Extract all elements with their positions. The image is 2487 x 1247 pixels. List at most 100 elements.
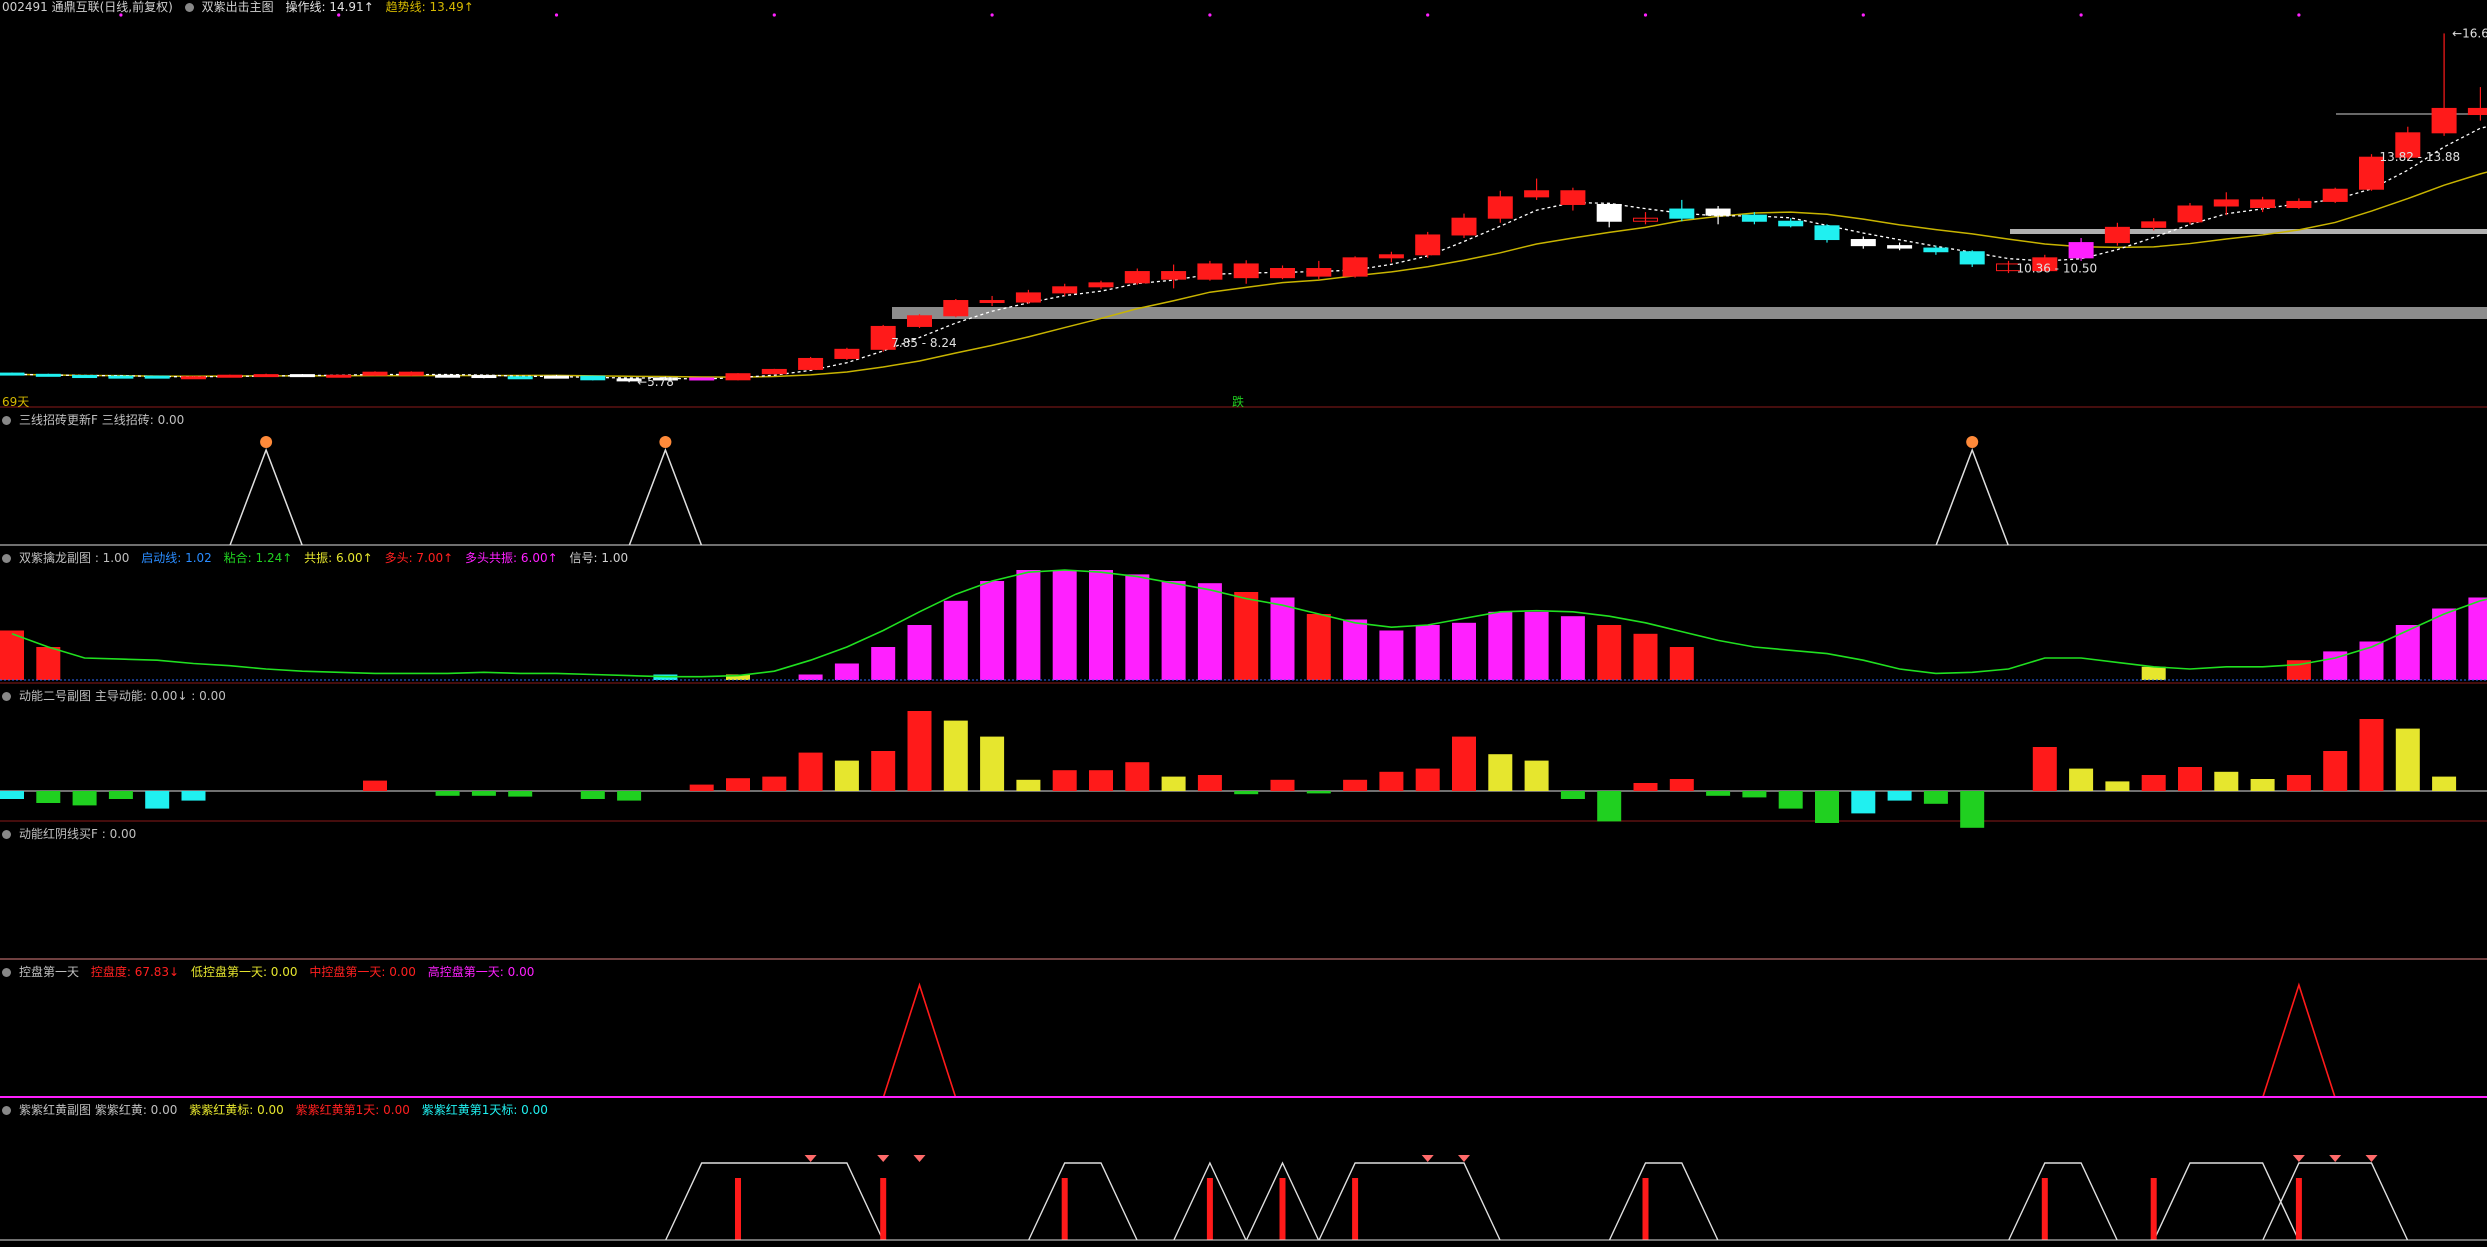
- gem-icon: [1421, 1155, 1434, 1162]
- candle-body: [1741, 214, 1767, 222]
- kongpan-value: 控盘度: 67.83↓: [90, 965, 180, 979]
- candle-body: [1959, 251, 1985, 265]
- p2-bar: [2141, 666, 2166, 680]
- candle-body: [2177, 205, 2203, 223]
- p3-bar: [2432, 776, 2457, 791]
- indicator-name: 双紫出击主图: [201, 0, 274, 14]
- panel-dot-icon[interactable]: [2, 968, 11, 977]
- p3-bar: [2214, 771, 2239, 791]
- op-line: [11, 126, 2487, 380]
- candle-body: [398, 371, 424, 376]
- p3-bar: [1815, 791, 1839, 823]
- chart-svg[interactable]: ←5.78 7.85 - 8.24 10.36 - 10.50 13.82 - 13.…: [0, 0, 2487, 1243]
- candle-body: [798, 357, 824, 370]
- p3-bar: [2395, 728, 2420, 791]
- gem-icon: [913, 1155, 926, 1162]
- p3-bar: [1851, 791, 1876, 814]
- p3-bar: [580, 791, 605, 799]
- panel-dot-icon[interactable]: [2, 554, 11, 563]
- p3-bar: [1960, 791, 1985, 828]
- candle-body: [1415, 234, 1441, 256]
- p3-bar: [1415, 768, 1440, 791]
- p2-bar: [2395, 625, 2420, 680]
- candle-body: [544, 375, 569, 379]
- gongzhen-value: 共振: 6.00↑: [304, 551, 373, 565]
- p3-bar: [2323, 751, 2348, 791]
- top-marker-dot: [990, 13, 994, 17]
- price-annotation: 13.82 - 13.88: [2380, 150, 2461, 164]
- panel-dot-icon[interactable]: [2, 692, 11, 701]
- p3-bar: [508, 791, 533, 797]
- support-band: [892, 307, 2487, 319]
- zzhh-d1-value: 紫紫红黄第1天: 0.00: [295, 1103, 410, 1117]
- gem-icon: [2292, 1155, 2305, 1162]
- panel3-title: 动能二号副图 主导动能: 0.00↓ : 0.00: [19, 689, 226, 703]
- price-annotation: ←5.78: [637, 375, 674, 389]
- p3-bar: [1452, 736, 1476, 791]
- p2-bar: [1161, 581, 1186, 680]
- panel-dot-icon[interactable]: [2, 830, 11, 839]
- p3-bar: [1923, 791, 1948, 804]
- candle-body: [1378, 254, 1404, 259]
- signal-peak: [229, 447, 303, 546]
- p3-bar: [762, 776, 787, 791]
- p3-bar: [1887, 791, 1912, 801]
- p2-bar: [1270, 597, 1295, 680]
- panel2-title: 双紫擒龙副图 : 1.00: [19, 551, 130, 565]
- p6-bar: [2041, 1178, 2048, 1240]
- candle-body: [2141, 221, 2167, 228]
- candle-body: [326, 374, 352, 378]
- p2-bar: [1597, 625, 1622, 680]
- p6-bar: [2150, 1178, 2157, 1240]
- p3-bar: [1633, 783, 1658, 791]
- panel-dot-icon[interactable]: [2, 416, 11, 425]
- candle-body: [1850, 239, 1876, 247]
- p3-bar: [980, 736, 1005, 791]
- signal-peak: [628, 447, 703, 546]
- p2-bar: [1197, 583, 1222, 680]
- p6-trapezoid: [1608, 1162, 1719, 1241]
- p6-trapezoid: [665, 1162, 884, 1241]
- candle-body: [1814, 225, 1840, 241]
- panel-dot-icon[interactable]: [2, 1106, 11, 1115]
- diamond-icon: [260, 436, 273, 448]
- p3-bar: [1089, 770, 1113, 791]
- zzhh-d1b-value: 紫紫红黄第1天标: 0.00: [421, 1103, 548, 1117]
- p3-bar: [1016, 779, 1041, 791]
- p6-bar: [1279, 1178, 1286, 1240]
- p2-bar: [980, 581, 1005, 680]
- p2-bar: [1560, 616, 1585, 680]
- p2-bar: [36, 647, 61, 680]
- qidong-value: 启动线: 1.02: [141, 551, 212, 565]
- gem-icon: [804, 1155, 817, 1162]
- price-annotation: 7.85 - 8.24: [891, 336, 956, 350]
- top-marker-dot: [2079, 13, 2083, 17]
- p2-bar: [1089, 570, 1113, 680]
- p3-bar: [2178, 767, 2202, 791]
- panel-dot-icon[interactable]: [184, 3, 194, 12]
- p3-bar: [1052, 770, 1077, 791]
- p6-bar: [1206, 1178, 1213, 1240]
- top-marker-dot: [1426, 13, 1430, 17]
- candle-body: [1560, 190, 1586, 205]
- candle-body: [689, 377, 715, 381]
- p2-bar: [907, 625, 932, 680]
- p3-bar: [617, 791, 642, 801]
- p3-bar: [1343, 779, 1368, 791]
- candle-body: [2104, 226, 2130, 244]
- p2-bar: [0, 630, 24, 680]
- candle-body: [1015, 292, 1041, 303]
- p3-bar: [1524, 760, 1549, 791]
- p3-bar: [943, 720, 968, 791]
- p2-bar: [1488, 611, 1513, 680]
- p3-bar: [2141, 775, 2166, 791]
- p2-bar: [1343, 619, 1368, 680]
- top-marker-dot: [772, 13, 776, 17]
- candle-body: [834, 348, 860, 359]
- candle-body: [144, 375, 170, 379]
- candle-body: [72, 375, 98, 379]
- p5-peak: [2262, 982, 2336, 1098]
- candle-body: [1161, 271, 1187, 280]
- candle-body: [1197, 263, 1223, 280]
- p3-bar: [1560, 791, 1585, 799]
